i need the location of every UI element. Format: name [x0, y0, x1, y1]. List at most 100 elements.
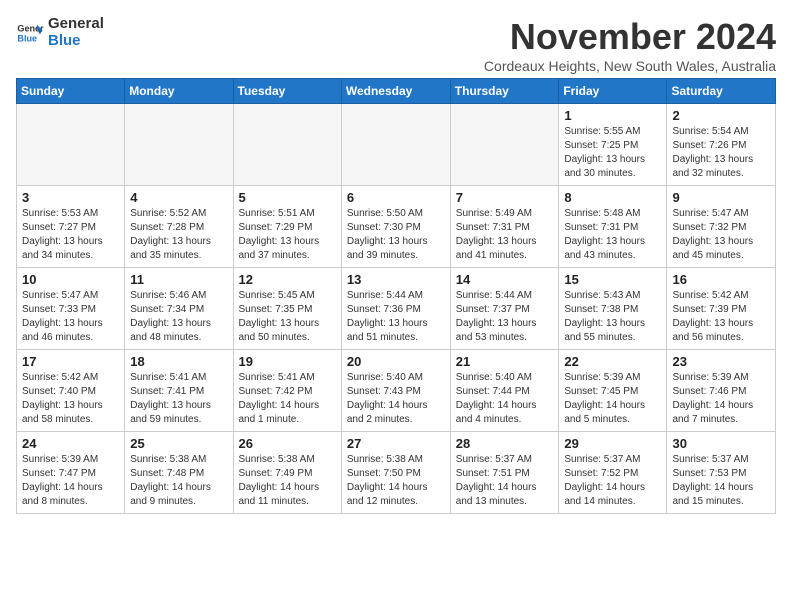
calendar-cell: 4 Sunrise: 5:52 AM Sunset: 7:28 PM Daylig… — [125, 186, 233, 268]
calendar-cell: 20 Sunrise: 5:40 AM Sunset: 7:43 PM Dayli… — [341, 350, 450, 432]
day-detail: Sunrise: 5:39 AM Sunset: 7:46 PM Dayligh… — [672, 371, 770, 427]
day-number: 17 — [22, 354, 119, 369]
day-detail: Sunrise: 5:41 AM Sunset: 7:42 PM Dayligh… — [239, 371, 336, 427]
day-detail: Sunrise: 5:42 AM Sunset: 7:39 PM Dayligh… — [672, 289, 770, 345]
day-detail: Sunrise: 5:53 AM Sunset: 7:27 PM Dayligh… — [22, 207, 119, 263]
day-number: 26 — [239, 436, 336, 451]
day-number: 23 — [672, 354, 770, 369]
calendar-cell: 27Sunrise: 5:38 AM Sunset: 7:50 PM Dayli… — [341, 432, 450, 514]
day-detail: Sunrise: 5:40 AM Sunset: 7:44 PM Dayligh… — [456, 371, 554, 427]
day-number: 9 — [672, 190, 770, 205]
day-detail: Sunrise: 5:44 AM Sunset: 7:37 PM Dayligh… — [456, 289, 554, 345]
logo: General Blue General Blue — [16, 16, 104, 49]
calendar-cell: 3 Sunrise: 5:53 AM Sunset: 7:27 PM Daylig… — [17, 186, 125, 268]
day-detail: Sunrise: 5:40 AM Sunset: 7:43 PM Dayligh… — [347, 371, 445, 427]
col-header-wednesday: Wednesday — [341, 79, 450, 104]
calendar-cell: 26 Sunrise: 5:38 AM Sunset: 7:49 PM Dayli… — [233, 432, 341, 514]
col-header-friday: Friday — [559, 79, 667, 104]
day-detail: Sunrise: 5:48 AM Sunset: 7:31 PM Dayligh… — [564, 207, 661, 263]
location: Cordeaux Heights, New South Wales, Austr… — [484, 58, 776, 74]
calendar-cell: 2 Sunrise: 5:54 AM Sunset: 7:26 PM Daylig… — [667, 104, 776, 186]
col-header-tuesday: Tuesday — [233, 79, 341, 104]
title-block: November 2024 Cordeaux Heights, New Sout… — [484, 16, 776, 74]
day-detail: Sunrise: 5:37 AM Sunset: 7:53 PM Dayligh… — [672, 453, 770, 509]
calendar-cell — [17, 104, 125, 186]
calendar-cell: 10 Sunrise: 5:47 AM Sunset: 7:33 PM Dayli… — [17, 268, 125, 350]
calendar-cell: 18 Sunrise: 5:41 AM Sunset: 7:41 PM Dayli… — [125, 350, 233, 432]
day-number: 15 — [564, 272, 661, 287]
day-detail: Sunrise: 5:50 AM Sunset: 7:30 PM Dayligh… — [347, 207, 445, 263]
day-detail: Sunrise: 5:43 AM Sunset: 7:38 PM Dayligh… — [564, 289, 661, 345]
day-number: 28 — [456, 436, 554, 451]
day-number: 20 — [347, 354, 445, 369]
calendar-cell: 1 Sunrise: 5:55 AM Sunset: 7:25 PM Daylig… — [559, 104, 667, 186]
day-number: 3 — [22, 190, 119, 205]
page-header: General Blue General Blue November 2024 … — [16, 16, 776, 74]
svg-text:Blue: Blue — [17, 33, 37, 43]
calendar-week-2: 3 Sunrise: 5:53 AM Sunset: 7:27 PM Daylig… — [17, 186, 776, 268]
day-number: 5 — [239, 190, 336, 205]
calendar-week-3: 10 Sunrise: 5:47 AM Sunset: 7:33 PM Dayli… — [17, 268, 776, 350]
calendar-cell: 12Sunrise: 5:45 AM Sunset: 7:35 PM Dayli… — [233, 268, 341, 350]
day-number: 29 — [564, 436, 661, 451]
day-detail: Sunrise: 5:55 AM Sunset: 7:25 PM Dayligh… — [564, 125, 661, 181]
month-title: November 2024 — [484, 16, 776, 58]
day-detail: Sunrise: 5:52 AM Sunset: 7:28 PM Dayligh… — [130, 207, 227, 263]
day-detail: Sunrise: 5:54 AM Sunset: 7:26 PM Dayligh… — [672, 125, 770, 181]
day-detail: Sunrise: 5:46 AM Sunset: 7:34 PM Dayligh… — [130, 289, 227, 345]
day-number: 19 — [239, 354, 336, 369]
calendar-week-5: 24 Sunrise: 5:39 AM Sunset: 7:47 PM Dayli… — [17, 432, 776, 514]
day-detail: Sunrise: 5:47 AM Sunset: 7:32 PM Dayligh… — [672, 207, 770, 263]
day-detail: Sunrise: 5:47 AM Sunset: 7:33 PM Dayligh… — [22, 289, 119, 345]
day-number: 8 — [564, 190, 661, 205]
calendar-week-1: 1 Sunrise: 5:55 AM Sunset: 7:25 PM Daylig… — [17, 104, 776, 186]
day-number: 27 — [347, 436, 445, 451]
calendar-cell: 29 Sunrise: 5:37 AM Sunset: 7:52 PM Dayli… — [559, 432, 667, 514]
day-number: 6 — [347, 190, 445, 205]
day-number: 30 — [672, 436, 770, 451]
col-header-thursday: Thursday — [450, 79, 559, 104]
day-number: 1 — [564, 108, 661, 123]
calendar-cell: 9 Sunrise: 5:47 AM Sunset: 7:32 PM Daylig… — [667, 186, 776, 268]
calendar-cell: 28 Sunrise: 5:37 AM Sunset: 7:51 PM Dayli… — [450, 432, 559, 514]
day-number: 13 — [347, 272, 445, 287]
calendar-cell: 7Sunrise: 5:49 AM Sunset: 7:31 PM Daylig… — [450, 186, 559, 268]
day-detail: Sunrise: 5:37 AM Sunset: 7:52 PM Dayligh… — [564, 453, 661, 509]
calendar-cell: 21 Sunrise: 5:40 AM Sunset: 7:44 PM Dayli… — [450, 350, 559, 432]
day-number: 2 — [672, 108, 770, 123]
day-detail: Sunrise: 5:39 AM Sunset: 7:47 PM Dayligh… — [22, 453, 119, 509]
day-number: 4 — [130, 190, 227, 205]
calendar-week-4: 17 Sunrise: 5:42 AM Sunset: 7:40 PM Dayli… — [17, 350, 776, 432]
day-detail: Sunrise: 5:38 AM Sunset: 7:49 PM Dayligh… — [239, 453, 336, 509]
day-number: 10 — [22, 272, 119, 287]
day-detail: Sunrise: 5:42 AM Sunset: 7:40 PM Dayligh… — [22, 371, 119, 427]
logo-line1: General — [48, 16, 104, 33]
calendar-cell: 6 Sunrise: 5:50 AM Sunset: 7:30 PM Daylig… — [341, 186, 450, 268]
calendar-cell: 30 Sunrise: 5:37 AM Sunset: 7:53 PM Dayli… — [667, 432, 776, 514]
calendar-cell: 5Sunrise: 5:51 AM Sunset: 7:29 PM Daylig… — [233, 186, 341, 268]
day-detail: Sunrise: 5:41 AM Sunset: 7:41 PM Dayligh… — [130, 371, 227, 427]
calendar-cell: 19 Sunrise: 5:41 AM Sunset: 7:42 PM Dayli… — [233, 350, 341, 432]
day-number: 12 — [239, 272, 336, 287]
calendar-cell: 22Sunrise: 5:39 AM Sunset: 7:45 PM Dayli… — [559, 350, 667, 432]
calendar-cell: 24 Sunrise: 5:39 AM Sunset: 7:47 PM Dayli… — [17, 432, 125, 514]
day-number: 18 — [130, 354, 227, 369]
day-number: 11 — [130, 272, 227, 287]
day-detail: Sunrise: 5:37 AM Sunset: 7:51 PM Dayligh… — [456, 453, 554, 509]
calendar-cell — [125, 104, 233, 186]
calendar-cell: 11 Sunrise: 5:46 AM Sunset: 7:34 PM Dayli… — [125, 268, 233, 350]
calendar-cell: 16 Sunrise: 5:42 AM Sunset: 7:39 PM Dayli… — [667, 268, 776, 350]
day-number: 22 — [564, 354, 661, 369]
logo-icon: General Blue — [16, 19, 44, 47]
calendar-table: SundayMondayTuesdayWednesdayThursdayFrid… — [16, 78, 776, 514]
day-number: 24 — [22, 436, 119, 451]
day-number: 16 — [672, 272, 770, 287]
calendar-cell — [341, 104, 450, 186]
col-header-monday: Monday — [125, 79, 233, 104]
calendar-header: SundayMondayTuesdayWednesdayThursdayFrid… — [17, 79, 776, 104]
col-header-saturday: Saturday — [667, 79, 776, 104]
calendar-cell: 8 Sunrise: 5:48 AM Sunset: 7:31 PM Daylig… — [559, 186, 667, 268]
day-number: 21 — [456, 354, 554, 369]
calendar-cell: 23 Sunrise: 5:39 AM Sunset: 7:46 PM Dayli… — [667, 350, 776, 432]
calendar-cell: 13Sunrise: 5:44 AM Sunset: 7:36 PM Dayli… — [341, 268, 450, 350]
